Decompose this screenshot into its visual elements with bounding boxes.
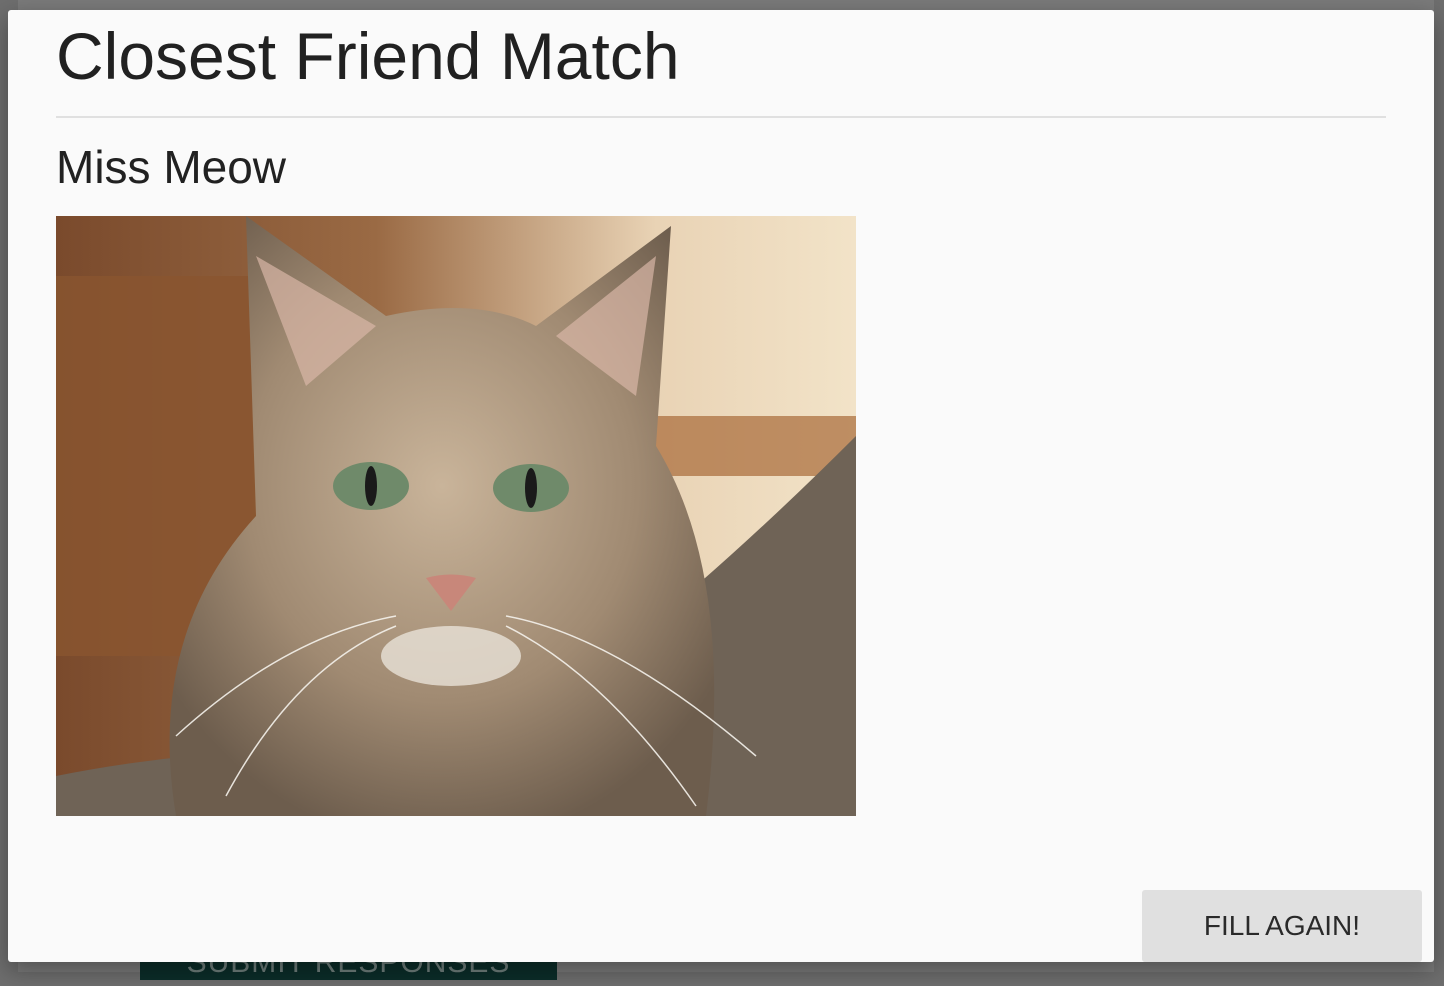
divider [56, 116, 1386, 118]
match-name: Miss Meow [56, 141, 287, 193]
match-photo [56, 216, 856, 816]
match-modal: Closest Friend Match Miss Meow FILL AGAI… [8, 10, 1434, 962]
fill-again-button[interactable]: FILL AGAIN! [1142, 890, 1422, 962]
modal-title: Closest Friend Match [56, 19, 680, 93]
